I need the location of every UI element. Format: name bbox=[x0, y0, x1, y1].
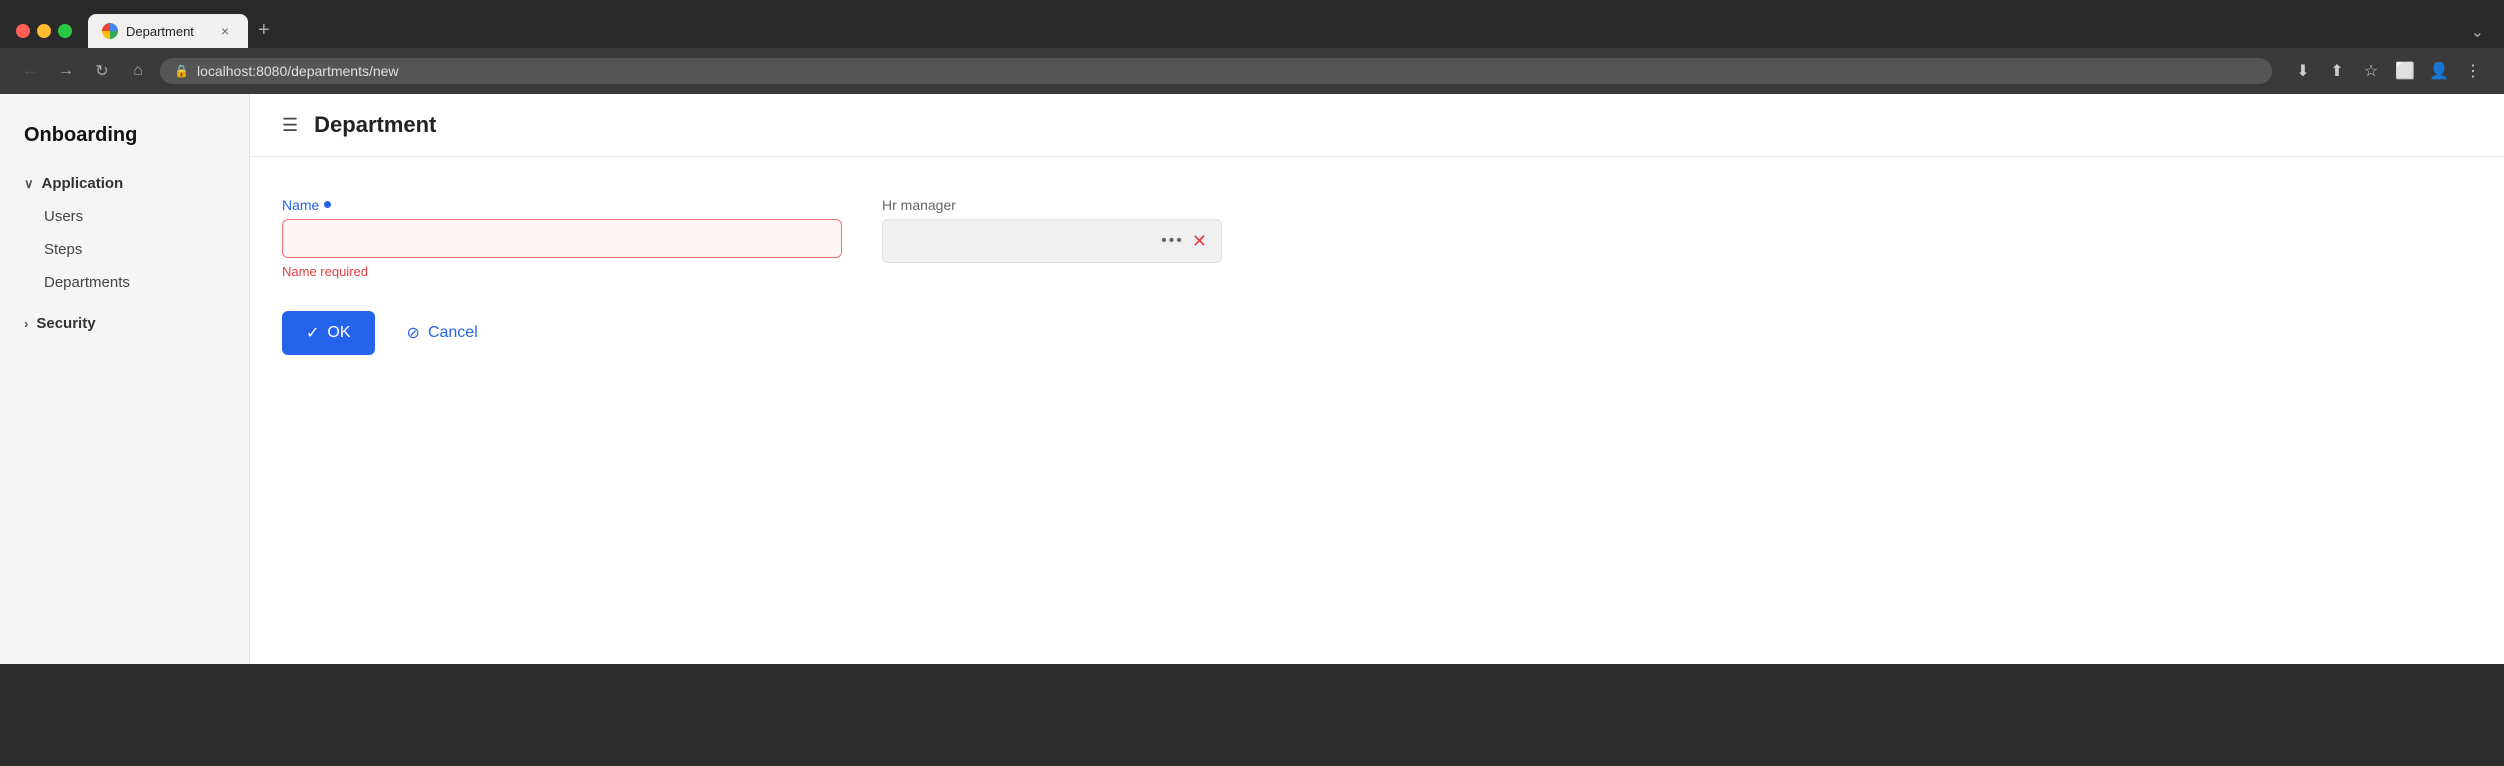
hr-clear-button[interactable]: ✕ bbox=[1192, 231, 1207, 252]
tab-title: Department bbox=[126, 24, 208, 39]
cancel-circle-icon: ⊘ bbox=[407, 323, 420, 343]
new-tab-button[interactable]: + bbox=[248, 19, 280, 48]
bookmark-icon[interactable]: ☆ bbox=[2356, 56, 2386, 86]
browser-menu-icon[interactable]: ⋮ bbox=[2458, 56, 2488, 86]
form-area: Name Name required Hr manager ••• ✕ bbox=[250, 157, 2504, 395]
address-input-wrap[interactable]: 🔒 localhost:8080/departments/new bbox=[160, 58, 2272, 84]
tab-favicon bbox=[102, 23, 118, 39]
page-header: ☰ Department bbox=[250, 94, 2504, 157]
hr-more-button[interactable]: ••• bbox=[1161, 232, 1184, 250]
tab-bar: Department × + ⌄ bbox=[88, 14, 2488, 48]
hr-manager-label: Hr manager bbox=[882, 197, 1222, 213]
page-title: Department bbox=[314, 112, 436, 138]
ok-label: OK bbox=[327, 324, 350, 342]
active-tab[interactable]: Department × bbox=[88, 14, 248, 48]
main-content: ☰ Department Name Name required bbox=[250, 94, 2504, 664]
sidebar-section-application: ∨ Application Users Steps Departments bbox=[0, 167, 249, 299]
close-button[interactable] bbox=[16, 24, 30, 38]
lock-icon: 🔒 bbox=[174, 64, 189, 78]
download-icon[interactable]: ⬇ bbox=[2288, 56, 2318, 86]
tabs-chevron-icon[interactable]: ⌄ bbox=[2471, 22, 2488, 48]
sidebar-item-steps[interactable]: Steps bbox=[0, 233, 249, 266]
maximize-button[interactable] bbox=[58, 24, 72, 38]
home-icon: ⌂ bbox=[133, 62, 143, 80]
page-content: Onboarding ∨ Application Users Steps Dep… bbox=[0, 94, 2504, 664]
name-form-group: Name Name required bbox=[282, 197, 842, 279]
cancel-label: Cancel bbox=[428, 324, 478, 342]
sidebar-item-departments[interactable]: Departments bbox=[0, 266, 249, 299]
minimize-button[interactable] bbox=[37, 24, 51, 38]
sidebar-section-application-header[interactable]: ∨ Application bbox=[0, 167, 249, 200]
reload-button[interactable]: ↻ bbox=[88, 57, 116, 85]
required-indicator bbox=[324, 201, 331, 208]
back-button[interactable]: ← bbox=[16, 57, 44, 85]
sidebar-title: Onboarding bbox=[0, 114, 249, 167]
hr-manager-field[interactable]: ••• ✕ bbox=[882, 219, 1222, 263]
address-bar: ← → ↻ ⌂ 🔒 localhost:8080/departments/new… bbox=[0, 48, 2504, 94]
security-chevron-icon: › bbox=[24, 316, 28, 331]
name-label: Name bbox=[282, 197, 842, 213]
sidebar-section-application-label: Application bbox=[42, 175, 124, 192]
form-row-main: Name Name required Hr manager ••• ✕ bbox=[282, 197, 2472, 279]
forward-button[interactable]: → bbox=[52, 57, 80, 85]
form-actions: ✓ OK ⊘ Cancel bbox=[282, 311, 2472, 355]
profile-icon[interactable]: 👤 bbox=[2424, 56, 2454, 86]
browser-window: Department × + ⌄ ← → ↻ ⌂ 🔒 localhost:808… bbox=[0, 0, 2504, 664]
tab-close-button[interactable]: × bbox=[216, 22, 234, 40]
split-view-icon[interactable]: ⬜ bbox=[2390, 56, 2420, 86]
sidebar-items-application: Users Steps Departments bbox=[0, 200, 249, 299]
hr-manager-form-group: Hr manager ••• ✕ bbox=[882, 197, 1222, 263]
forward-icon: → bbox=[58, 62, 74, 80]
sidebar: Onboarding ∨ Application Users Steps Dep… bbox=[0, 94, 250, 664]
title-bar: Department × + ⌄ bbox=[0, 0, 2504, 48]
home-button[interactable]: ⌂ bbox=[124, 57, 152, 85]
toolbar-icons: ⬇ ⬆ ☆ ⬜ 👤 ⋮ bbox=[2288, 56, 2488, 86]
hamburger-icon[interactable]: ☰ bbox=[282, 115, 298, 136]
application-chevron-icon: ∨ bbox=[24, 176, 34, 192]
sidebar-section-security: › Security bbox=[0, 307, 249, 340]
sidebar-item-users[interactable]: Users bbox=[0, 200, 249, 233]
sidebar-section-security-header[interactable]: › Security bbox=[0, 307, 249, 340]
ok-button[interactable]: ✓ OK bbox=[282, 311, 375, 355]
sidebar-section-security-label: Security bbox=[36, 315, 95, 332]
ok-check-icon: ✓ bbox=[306, 323, 319, 343]
name-input[interactable] bbox=[282, 219, 842, 258]
back-icon: ← bbox=[22, 62, 38, 80]
share-icon[interactable]: ⬆ bbox=[2322, 56, 2352, 86]
cancel-button[interactable]: ⊘ Cancel bbox=[387, 311, 498, 355]
reload-icon: ↻ bbox=[95, 61, 108, 81]
name-error-message: Name required bbox=[282, 264, 842, 279]
address-text: localhost:8080/departments/new bbox=[197, 63, 2258, 79]
traffic-lights bbox=[16, 24, 72, 38]
